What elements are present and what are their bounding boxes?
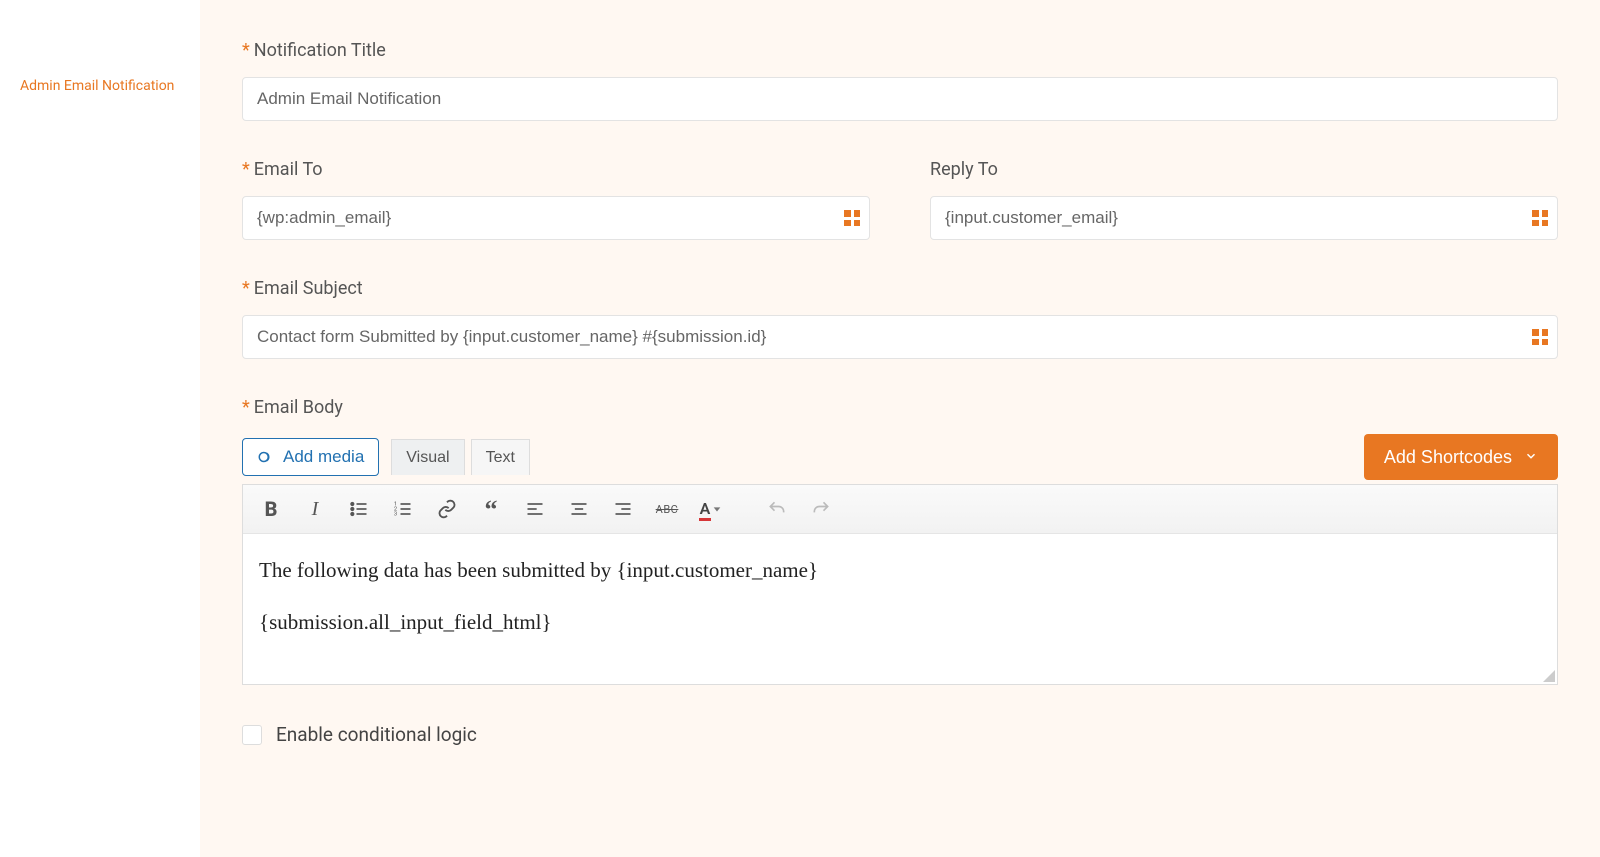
field-conditional-logic: Enable conditional logic: [242, 723, 1558, 766]
required-marker: *: [242, 40, 250, 61]
align-right-button[interactable]: [609, 495, 637, 523]
email-subject-input[interactable]: [242, 315, 1558, 359]
align-center-button[interactable]: [565, 495, 593, 523]
add-media-label: Add media: [283, 447, 364, 467]
shortcode-picker-icon[interactable]: [1532, 210, 1548, 226]
conditional-logic-checkbox[interactable]: [242, 725, 262, 745]
sidebar: Admin Email Notification: [0, 0, 200, 857]
blockquote-button[interactable]: “: [477, 495, 505, 523]
notification-title-label: *Notification Title: [242, 40, 1558, 61]
bold-button[interactable]: B: [257, 495, 285, 523]
tab-visual[interactable]: Visual: [391, 439, 464, 475]
label-text: Notification Title: [254, 40, 386, 61]
shortcode-picker-icon[interactable]: [844, 210, 860, 226]
required-marker: *: [242, 159, 250, 180]
field-reply-to: Reply To: [930, 159, 1558, 240]
email-to-label: *Email To: [242, 159, 870, 180]
text-color-button[interactable]: A: [697, 495, 725, 523]
rich-text-editor: B I 123 “: [242, 484, 1558, 685]
body-line-2: {submission.all_input_field_html}: [259, 604, 1541, 642]
required-marker: *: [242, 278, 250, 299]
shortcode-picker-icon[interactable]: [1532, 329, 1548, 345]
add-shortcodes-label: Add Shortcodes: [1384, 447, 1512, 468]
reply-to-label: Reply To: [930, 159, 1558, 180]
add-media-button[interactable]: Add media: [242, 438, 379, 476]
email-to-input[interactable]: [242, 196, 870, 240]
media-icon: [257, 448, 275, 466]
label-text: Reply To: [930, 159, 998, 180]
redo-button[interactable]: [807, 495, 835, 523]
link-button[interactable]: [433, 495, 461, 523]
editor-toolbar-row: Add media Visual Text Add Shortcodes: [242, 434, 1558, 480]
field-email-to: *Email To: [242, 159, 870, 240]
conditional-logic-label: Enable conditional logic: [276, 723, 477, 746]
main-panel: *Notification Title *Email To Reply To: [200, 0, 1600, 857]
sidebar-item-admin-email[interactable]: Admin Email Notification: [0, 72, 200, 100]
format-toolbar: B I 123 “: [243, 485, 1557, 534]
svg-text:3: 3: [394, 512, 397, 518]
label-text: Email Subject: [254, 278, 363, 299]
required-marker: *: [242, 397, 250, 418]
align-left-button[interactable]: [521, 495, 549, 523]
email-subject-label: *Email Subject: [242, 278, 1558, 299]
italic-button[interactable]: I: [301, 495, 329, 523]
numbered-list-button[interactable]: 123: [389, 495, 417, 523]
chevron-down-icon: [1524, 447, 1538, 468]
label-text: Email To: [254, 159, 323, 180]
field-notification-title: *Notification Title: [242, 40, 1558, 121]
field-email-body: *Email Body Add media Visual Text: [242, 397, 1558, 685]
editor-mode-tabs: Visual Text: [391, 439, 530, 475]
strikethrough-button[interactable]: ABC: [653, 495, 681, 523]
field-email-subject: *Email Subject: [242, 278, 1558, 359]
resize-handle-icon[interactable]: [1541, 668, 1555, 682]
bullet-list-button[interactable]: [345, 495, 373, 523]
editor-content[interactable]: The following data has been submitted by…: [243, 534, 1557, 684]
undo-button[interactable]: [763, 495, 791, 523]
chevron-down-icon: [712, 504, 722, 514]
notification-title-input[interactable]: [242, 77, 1558, 121]
row-email-to-reply-to: *Email To Reply To: [242, 159, 1558, 240]
tab-text[interactable]: Text: [471, 439, 530, 475]
label-text: Email Body: [254, 397, 343, 418]
reply-to-input[interactable]: [930, 196, 1558, 240]
add-shortcodes-button[interactable]: Add Shortcodes: [1364, 434, 1558, 480]
body-line-1: The following data has been submitted by…: [259, 552, 1541, 590]
email-body-label: *Email Body: [242, 397, 1558, 418]
